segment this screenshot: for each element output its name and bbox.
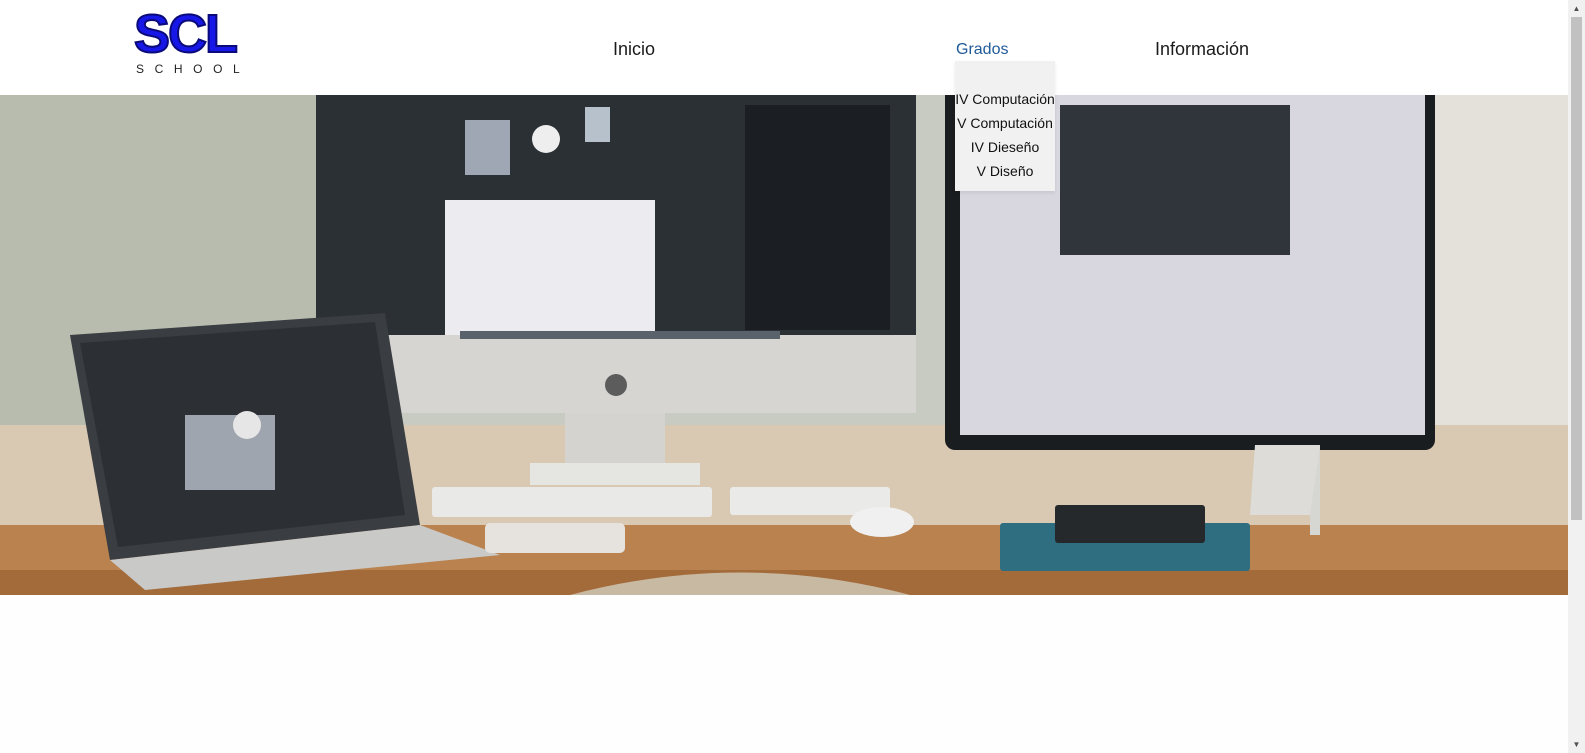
dropdown-item-v-diseno[interactable]: V Diseño	[955, 163, 1055, 179]
nav-link-inicio[interactable]: Inicio	[613, 39, 655, 60]
scl-school-logo[interactable]: SCL SCHOOL	[133, 3, 246, 78]
dropdown-item-v-computacion[interactable]: V Computación	[955, 115, 1055, 131]
vertical-scrollbar[interactable]: ▲ ▼	[1568, 0, 1585, 753]
logo-subtitle: SCHOOL	[136, 62, 251, 76]
site-header: SCL SCHOOL Inicio Grados Información	[0, 0, 1568, 95]
dropdown-item-iv-computacion[interactable]: IV Computación	[955, 91, 1055, 107]
dropdown-item-iv-diseno[interactable]: IV Dieseño	[955, 139, 1055, 155]
desk-workstation-photo	[0, 95, 1568, 595]
scrollbar-thumb[interactable]	[1571, 17, 1582, 520]
scroll-down-arrow-icon[interactable]: ▼	[1568, 736, 1585, 753]
logo-wordmark: SCL	[133, 3, 239, 65]
scroll-up-arrow-icon[interactable]: ▲	[1568, 0, 1585, 17]
nav-link-grados[interactable]: Grados	[956, 41, 1008, 59]
grados-dropdown-menu: IV Computación V Computación IV Dieseño …	[955, 61, 1055, 191]
hero-banner-image	[0, 95, 1568, 595]
nav-link-informacion[interactable]: Información	[1155, 39, 1249, 60]
